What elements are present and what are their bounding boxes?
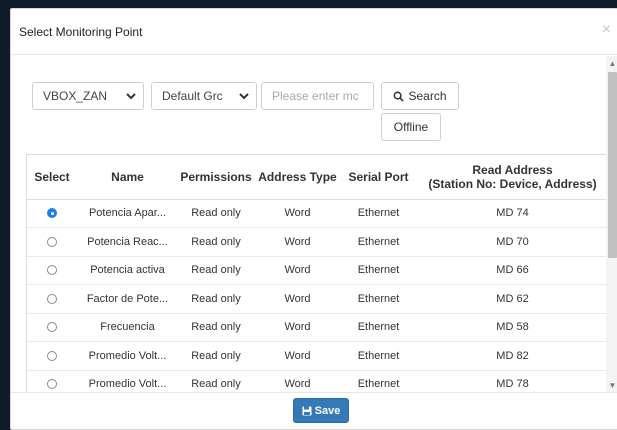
column-header-name: Name: [77, 155, 178, 200]
select-monitoring-point-dialog: Select Monitoring Point × VBOX_ZAN Defau…: [10, 8, 617, 430]
name-cell: Frecuencia: [77, 313, 178, 342]
permissions-cell: Read only: [178, 341, 254, 371]
device-select-value: VBOX_ZAN: [43, 89, 108, 103]
dialog-content: VBOX_ZAN Default Grc Search Offline: [11, 56, 606, 392]
dialog-titlebar: Select Monitoring Point: [11, 9, 617, 55]
group-select-value: Default Grc: [162, 89, 223, 103]
column-header-address-type: Address Type: [254, 155, 341, 200]
table-row[interactable]: Potencia Apar... Read only Word Ethernet MD …: [27, 199, 606, 228]
scroll-up-arrow-icon[interactable]: ▲: [606, 56, 617, 70]
floppy-disk-icon: [302, 406, 312, 415]
serial-port-cell: Ethernet: [341, 313, 416, 342]
dialog-footer: Save: [11, 392, 617, 429]
radio-button[interactable]: [47, 236, 57, 247]
close-icon[interactable]: ×: [602, 22, 611, 38]
chevron-down-icon: [239, 93, 249, 100]
offline-button[interactable]: Offline: [381, 113, 441, 141]
select-radio[interactable]: [27, 199, 77, 228]
read-address-cell: MD 66: [416, 256, 606, 285]
select-radio[interactable]: [27, 341, 77, 371]
read-address-title: Read Address: [472, 162, 553, 177]
address-type-cell: Word: [254, 370, 341, 392]
monitoring-points-table: Select Name Permissions Address Type Ser…: [26, 154, 606, 392]
name-cell: Promedio Volt...: [77, 370, 178, 392]
offline-button-label: Offline: [393, 120, 429, 134]
column-header-permissions: Permissions: [178, 155, 254, 200]
permissions-cell: Read only: [178, 370, 254, 392]
read-address-subtitle: (Station No: Device, Address): [428, 176, 597, 191]
address-type-cell: Word: [254, 341, 341, 371]
search-button[interactable]: Search: [381, 82, 459, 110]
column-header-select: Select: [27, 155, 77, 200]
table-header-row: Select Name Permissions Address Type Ser…: [27, 155, 606, 200]
column-header-read-address: Read Address (Station No: Device, Addres…: [416, 155, 606, 200]
select-radio[interactable]: [27, 256, 77, 285]
device-select[interactable]: VBOX_ZAN: [32, 82, 144, 110]
save-button-label: Save: [314, 404, 341, 417]
name-cell: Factor de Pote...: [77, 284, 178, 314]
read-address-cell: MD 70: [416, 227, 606, 257]
radio-button[interactable]: [47, 379, 57, 390]
vertical-scrollbar[interactable]: ▲ ▼: [606, 56, 617, 392]
name-cell: Potencia activa: [77, 256, 178, 285]
read-address-cell: MD 82: [416, 341, 606, 371]
table-row[interactable]: Potencia activa Read only Word Ethernet MD 6…: [27, 256, 606, 285]
serial-port-cell: Ethernet: [341, 199, 416, 228]
table-row[interactable]: Promedio Volt... Read only Word Ethernet MD …: [27, 341, 606, 371]
table-row[interactable]: Frecuencia Read only Word Ethernet MD 58: [27, 313, 606, 342]
permissions-cell: Read only: [178, 284, 254, 314]
select-radio[interactable]: [27, 370, 77, 392]
serial-port-cell: Ethernet: [341, 341, 416, 371]
radio-button[interactable]: [47, 322, 57, 333]
scroll-down-arrow-icon[interactable]: ▼: [606, 378, 617, 392]
group-select[interactable]: Default Grc: [151, 82, 257, 110]
save-button[interactable]: Save: [293, 398, 349, 423]
dialog-title: Select Monitoring Point: [19, 24, 143, 39]
serial-port-cell: Ethernet: [341, 284, 416, 314]
permissions-cell: Read only: [178, 313, 254, 342]
search-icon: [394, 91, 405, 102]
address-type-cell: Word: [254, 256, 341, 285]
serial-port-cell: Ethernet: [341, 227, 416, 257]
chevron-down-icon: [126, 93, 136, 100]
search-button-label: Search: [408, 89, 447, 103]
name-cell: Potencia Apar...: [77, 199, 178, 228]
address-type-cell: Word: [254, 199, 341, 228]
radio-button[interactable]: [47, 293, 57, 304]
permissions-cell: Read only: [178, 199, 254, 228]
table-row[interactable]: Factor de Pote... Read only Word Ethernet MD…: [27, 284, 606, 314]
select-radio[interactable]: [27, 313, 77, 342]
table-row[interactable]: Promedio Volt... Read only Word Ethernet MD …: [27, 370, 606, 392]
radio-button-checked[interactable]: [47, 208, 57, 219]
select-radio[interactable]: [27, 227, 77, 257]
radio-button[interactable]: [47, 350, 57, 361]
read-address-cell: MD 62: [416, 284, 606, 314]
select-radio[interactable]: [27, 284, 77, 314]
table-row[interactable]: Potencia Reac... Read only Word Ethernet MD …: [27, 227, 606, 257]
radio-button[interactable]: [47, 265, 57, 276]
address-type-cell: Word: [254, 227, 341, 257]
column-header-serial-port: Serial Port: [341, 155, 416, 200]
address-type-cell: Word: [254, 284, 341, 314]
name-cell: Potencia Reac...: [77, 227, 178, 257]
name-cell: Promedio Volt...: [77, 341, 178, 371]
scrollbar-thumb[interactable]: [608, 72, 617, 258]
read-address-cell: MD 74: [416, 199, 606, 228]
read-address-cell: MD 78: [416, 370, 606, 392]
serial-port-cell: Ethernet: [341, 370, 416, 392]
address-type-cell: Word: [254, 313, 341, 342]
read-address-cell: MD 58: [416, 313, 606, 342]
search-input[interactable]: [261, 82, 374, 110]
serial-port-cell: Ethernet: [341, 256, 416, 285]
permissions-cell: Read only: [178, 227, 254, 257]
permissions-cell: Read only: [178, 256, 254, 285]
